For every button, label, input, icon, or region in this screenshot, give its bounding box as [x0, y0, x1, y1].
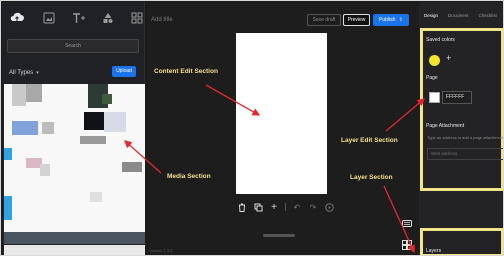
publish-button[interactable]: Publish ⇪	[373, 14, 409, 26]
upload-icon: ⇪	[398, 17, 403, 23]
save-draft-button[interactable]: Save draft	[307, 14, 341, 26]
view-controls	[402, 214, 412, 255]
media-thumbnail[interactable]	[4, 196, 12, 220]
delete-icon[interactable]	[237, 202, 247, 212]
tab-document[interactable]: Document	[448, 13, 469, 22]
media-thumbnail[interactable]	[4, 232, 145, 244]
content-edit-label: Content Edit Section	[154, 68, 218, 75]
media-search-input[interactable]: Search	[7, 39, 139, 53]
page-color-swatch[interactable]	[429, 92, 440, 103]
add-page-icon[interactable]: +	[269, 202, 279, 213]
media-thumbnail[interactable]	[102, 94, 112, 104]
library-tabs	[2, 2, 144, 26]
redo-icon[interactable]: ↷	[308, 202, 318, 212]
media-thumbnail[interactable]	[90, 192, 102, 202]
properties-panel: Design Document Checklist Saved colors +…	[419, 2, 504, 255]
media-thumbnail[interactable]	[42, 122, 54, 134]
media-thumbnail[interactable]	[84, 112, 104, 130]
shapes-tab-icon[interactable]	[102, 11, 115, 25]
media-type-filter[interactable]: All Types ▾	[9, 70, 39, 76]
add-color-icon[interactable]: +	[446, 53, 451, 63]
properties-tabs: Design Document Checklist	[419, 2, 503, 22]
media-thumbnail[interactable]	[4, 245, 145, 255]
media-thumbnail[interactable]	[80, 136, 106, 144]
version-label: Version 1.3.0	[149, 248, 173, 253]
play-icon[interactable]	[324, 202, 334, 212]
tab-design[interactable]: Design	[424, 13, 438, 22]
saved-color-swatch[interactable]	[429, 55, 440, 66]
layers-heading: Layers	[426, 248, 442, 254]
horizontal-scrollbar[interactable]	[263, 234, 295, 237]
media-thumbnail[interactable]	[122, 162, 142, 172]
page-attachment-help: Type an address to add a page attachment	[427, 135, 504, 140]
grid-view-icon[interactable]	[402, 237, 412, 255]
layer-section: Layers	[420, 228, 503, 255]
upload-button[interactable]: Upload	[112, 66, 136, 77]
text-tab-icon[interactable]	[72, 11, 86, 25]
media-thumbnail[interactable]	[104, 112, 126, 132]
page-canvas[interactable]	[236, 33, 327, 194]
chevron-down-icon: ▾	[36, 70, 39, 76]
templates-tab-icon[interactable]	[131, 11, 144, 25]
duplicate-icon[interactable]	[253, 202, 263, 212]
layer-section-label: Layer Section	[350, 174, 393, 181]
media-thumbnail[interactable]	[12, 84, 26, 106]
layer-edit-section: Saved colors + Page FFFFFF Page Attachme…	[420, 28, 504, 191]
media-type-filter-label: All Types	[9, 70, 34, 76]
keyboard-icon[interactable]	[402, 214, 412, 232]
library-panel: Search All Types ▾ Upload	[2, 2, 145, 255]
saved-colors-heading: Saved colors	[426, 37, 455, 43]
page-attachment-heading: Page Attachment	[426, 123, 465, 129]
layer-edit-label: Layer Edit Section	[341, 137, 398, 144]
editor-workspace: Add title Save draft Preview Publish ⇪ +…	[147, 2, 419, 255]
media-tab-icon[interactable]	[8, 11, 27, 25]
story-editor-app: Search All Types ▾ Upload Add title Save…	[0, 0, 504, 256]
page-color-hex-input[interactable]: FFFFFF	[442, 91, 472, 104]
media-thumbnail[interactable]	[12, 121, 38, 135]
media-section-label: Media Section	[167, 173, 211, 180]
undo-icon[interactable]: ↶	[292, 202, 302, 212]
media-thumbnail[interactable]	[4, 148, 12, 160]
media-thumbnail[interactable]	[26, 84, 42, 102]
image-tab-icon[interactable]	[43, 11, 56, 25]
page-heading: Page	[426, 75, 438, 81]
preview-button[interactable]: Preview	[343, 14, 370, 26]
divider	[285, 203, 286, 211]
media-grid[interactable]	[4, 84, 145, 232]
tab-checklist[interactable]: Checklist	[479, 13, 497, 22]
canvas-toolbar: + ↶ ↷	[237, 202, 334, 213]
web-address-input[interactable]: Web address	[427, 148, 503, 160]
publish-button-label: Publish	[379, 17, 396, 23]
media-thumbnail[interactable]	[40, 164, 50, 176]
story-title-input[interactable]: Add title	[151, 17, 173, 23]
